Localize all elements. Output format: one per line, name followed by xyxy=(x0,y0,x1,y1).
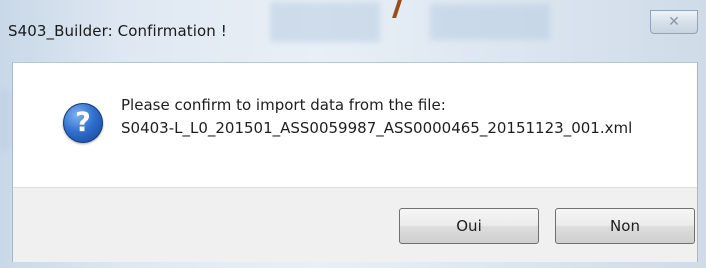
yes-button[interactable]: Oui xyxy=(399,208,539,244)
background-decoration xyxy=(392,0,402,18)
no-button[interactable]: Non xyxy=(555,208,695,244)
message-text-line-1: Please confirm to import data from the f… xyxy=(121,96,446,114)
message-file-name: S0403-L_L0_201501_ASS0059987_ASS0000465_… xyxy=(121,119,633,137)
message-area: ? Please confirm to import data from the… xyxy=(13,63,697,187)
title-bar[interactable]: S403_Builder: Confirmation ! ✕ xyxy=(0,0,706,62)
background-blur xyxy=(0,90,10,150)
close-icon: ✕ xyxy=(668,14,680,30)
question-icon-glyph: ? xyxy=(75,107,91,138)
dialog-body: ? Please confirm to import data from the… xyxy=(12,62,698,262)
window-title: S403_Builder: Confirmation ! xyxy=(8,22,227,40)
close-button[interactable]: ✕ xyxy=(650,10,698,34)
button-bar: Oui Non xyxy=(13,187,697,262)
question-icon: ? xyxy=(63,103,103,143)
confirmation-dialog: S403_Builder: Confirmation ! ✕ ? Please … xyxy=(0,0,706,268)
